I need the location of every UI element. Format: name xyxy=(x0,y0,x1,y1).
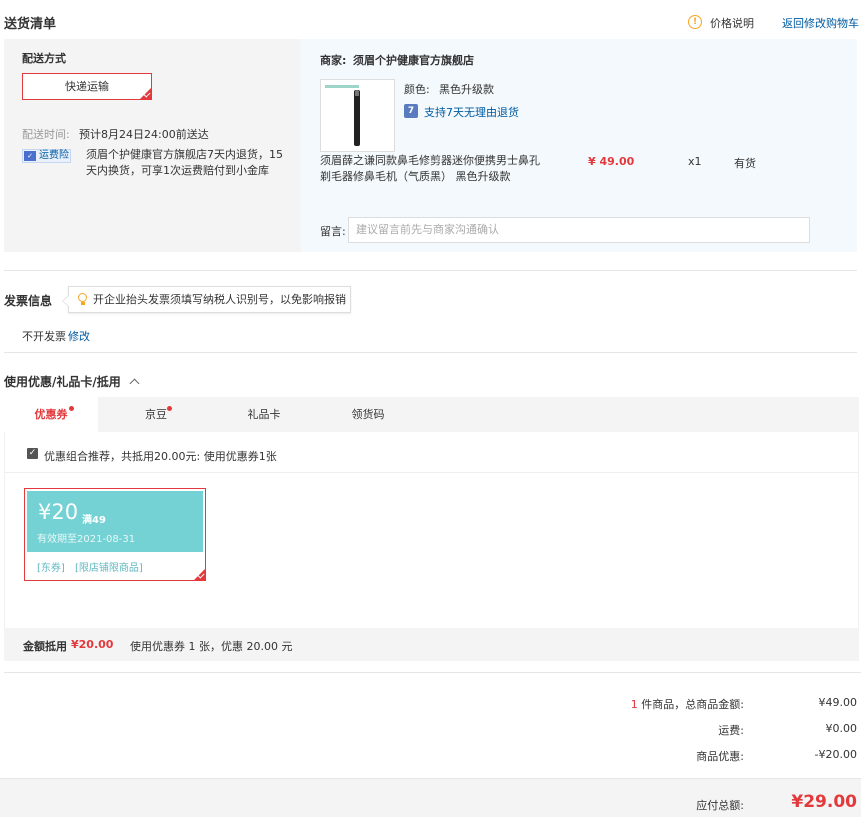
color-label: 颜色: xyxy=(404,83,430,96)
tab-redeem-code-label: 领货码 xyxy=(351,408,385,421)
coupon-amount: ¥20 xyxy=(38,500,79,524)
coupon-validity: 有效期至2021-08-31 xyxy=(37,534,136,545)
selected-check-icon xyxy=(194,569,205,580)
product-quantity: x1 xyxy=(688,155,702,168)
return-policy-link[interactable]: 支持7天无理由退货 xyxy=(424,104,519,120)
delivery-method-panel xyxy=(4,39,301,252)
back-to-cart-link[interactable]: 返回修改购物车 xyxy=(782,15,859,31)
invoice-tip: 开企业抬头发票须填写纳税人识别号，以免影响报销 xyxy=(62,286,351,313)
coupon-divider xyxy=(5,472,858,473)
product-image[interactable] xyxy=(320,79,395,152)
trimmer-body xyxy=(354,90,360,146)
product-name[interactable]: 须眉薛之谦同款鼻毛修剪器迷你便携男士鼻孔剃毛器修鼻毛机（气质黑） 黑色升级款 xyxy=(320,153,542,185)
recommend-text: 优惠组合推荐，共抵用20.00元: 使用优惠券1张 xyxy=(44,450,277,463)
summary-detail: 使用优惠券 1 张，优惠 20.00 元 xyxy=(130,640,293,653)
items-label: 件商品，总商品金额: xyxy=(641,698,744,711)
discount-title-text: 使用优惠/礼品卡/抵用 xyxy=(4,375,121,389)
lightbulb-icon xyxy=(78,293,87,302)
invoice-tip-text: 开企业抬头发票须填写纳税人识别号，以免影响报销 xyxy=(93,293,346,306)
discount-label: 商品优惠: xyxy=(696,750,744,763)
recommend-checkbox[interactable]: ✓ xyxy=(27,448,38,459)
discount-tabs: 优惠券 京豆 礼品卡 领货码 xyxy=(4,397,859,432)
message-input[interactable]: 建议留言前先与商家沟通确认 xyxy=(348,217,810,243)
summary-label: 金额抵用 xyxy=(23,640,67,653)
freight-insurance-badge: ✓ 运费险 xyxy=(22,149,71,163)
delivery-time-value: 预计8月24日24:00前送达 xyxy=(79,128,209,141)
item-count: 1 xyxy=(630,698,638,711)
product-image-banner xyxy=(325,85,359,88)
delivery-title: 送货清单 xyxy=(4,17,57,32)
tab-coupons[interactable]: 优惠券 xyxy=(4,397,98,432)
merchant-name: 须眉个护健康官方旗舰店 xyxy=(353,54,474,67)
section-divider xyxy=(4,672,861,673)
merchant-label: 商家: xyxy=(320,54,347,67)
product-stock: 有货 xyxy=(734,157,756,170)
trimmer-head xyxy=(355,90,359,96)
notification-dot xyxy=(69,406,74,411)
payable-label: 应付总额: xyxy=(696,799,744,812)
invoice-value: 不开发票 xyxy=(22,330,66,343)
shipping-amount: ¥0.00 xyxy=(825,722,858,735)
tab-jd-beans[interactable]: 京豆 xyxy=(112,397,200,432)
invoice-title: 发票信息 xyxy=(4,294,53,308)
chevron-up-icon xyxy=(129,378,140,389)
discount-amount: -¥20.00 xyxy=(814,748,857,761)
tab-gift-card-label: 礼品卡 xyxy=(247,408,281,421)
return-badge-icon: 7 xyxy=(404,104,418,118)
coupon-tag-jd: [东券] xyxy=(37,563,65,574)
section-divider xyxy=(4,270,857,271)
section-divider xyxy=(4,352,857,353)
message-label: 留言: xyxy=(320,225,346,238)
delivery-method-label: 配送方式 xyxy=(22,52,66,65)
tab-coupons-label: 优惠券 xyxy=(34,408,68,421)
tab-jd-beans-label: 京豆 xyxy=(145,408,167,421)
freight-insurance-text: 须眉个护健康官方旗舰店7天内退货，15天内换货，可享1次运费赔付到小金库 xyxy=(86,148,283,177)
payable-amount: ¥29.00 xyxy=(791,792,857,812)
product-price: ¥ 49.00 xyxy=(588,155,635,168)
tab-redeem-code[interactable]: 领货码 xyxy=(324,397,412,432)
info-icon: ! xyxy=(688,15,702,29)
summary-amount: ¥20.00 xyxy=(71,638,114,651)
discount-title[interactable]: 使用优惠/礼品卡/抵用 xyxy=(4,373,140,390)
invoice-edit-link[interactable]: 修改 xyxy=(68,328,90,344)
express-shipping-label: 快递运输 xyxy=(65,80,109,93)
coupon-tag-shop: [限店铺限商品] xyxy=(75,563,143,574)
color-value: 黑色升级款 xyxy=(439,83,494,96)
notification-dot xyxy=(167,406,172,411)
lightbulb-base xyxy=(81,302,85,305)
coupon-card[interactable]: ¥20 满49 有效期至2021-08-31 [东券] [限店铺限商品] xyxy=(24,488,206,581)
coupon-header: ¥20 满49 有效期至2021-08-31 xyxy=(27,491,203,552)
shield-icon: ✓ xyxy=(24,151,36,161)
items-summary-label: 1 件商品，总商品金额: xyxy=(560,696,744,712)
payable-bar: 应付总额: ¥29.00 xyxy=(0,778,861,817)
items-amount: ¥49.00 xyxy=(818,696,858,709)
price-note-link[interactable]: 价格说明 xyxy=(710,15,754,31)
coupon-summary: 金额抵用 ¥20.00 使用优惠券 1 张，优惠 20.00 元 xyxy=(4,628,859,661)
delivery-time-label: 配送时间: xyxy=(22,128,70,141)
tab-gift-card[interactable]: 礼品卡 xyxy=(220,397,308,432)
shipping-label: 运费: xyxy=(718,724,744,737)
express-shipping-option[interactable]: 快递运输 xyxy=(22,73,152,100)
coupon-condition: 满49 xyxy=(82,515,106,526)
freight-insurance-label: 运费险 xyxy=(39,150,69,161)
selected-check-icon xyxy=(140,88,151,99)
